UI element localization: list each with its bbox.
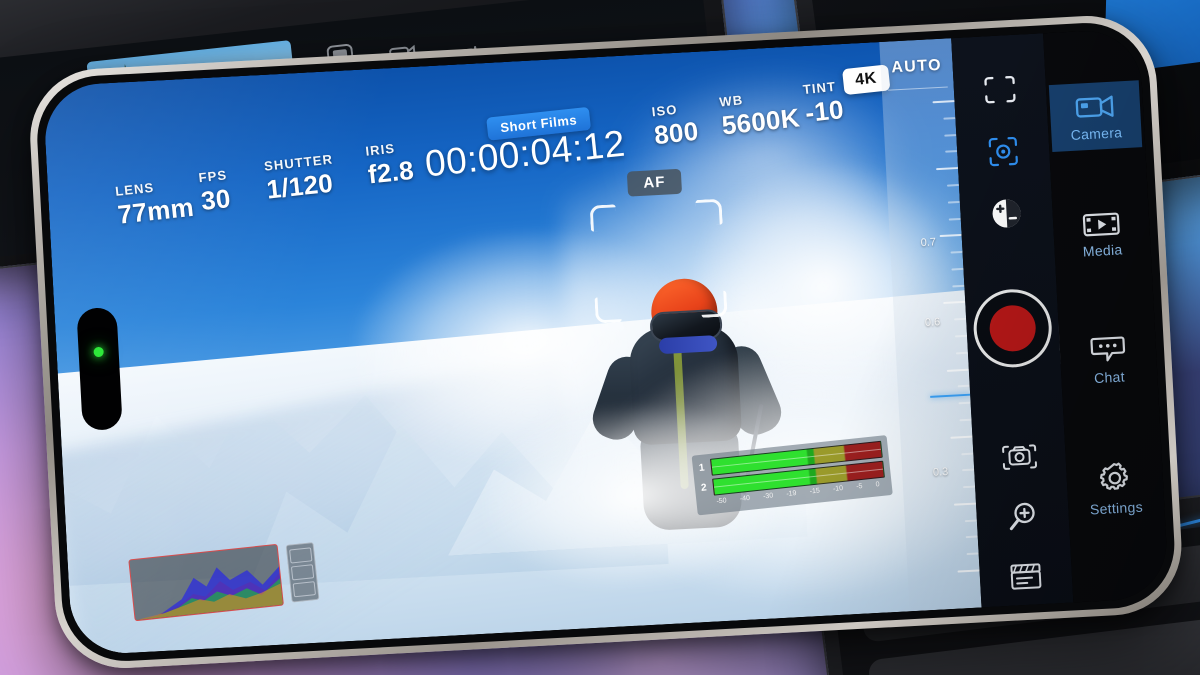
focus-current-marker	[930, 393, 971, 398]
focus-tick	[957, 385, 970, 388]
camera-in-use-indicator	[93, 346, 104, 358]
nav-item-camera[interactable]: Camera	[1048, 80, 1143, 152]
record-button[interactable]	[971, 287, 1054, 370]
focus-tick	[952, 284, 965, 288]
autofocus-box[interactable]: AF	[589, 168, 728, 324]
chat-bubble-icon	[1090, 336, 1126, 362]
af-corner	[700, 290, 728, 318]
focus-target-icon[interactable]	[974, 122, 1033, 181]
audio-scale-tick: -30	[762, 492, 774, 501]
autofocus-label: AF	[626, 168, 683, 197]
nav-item-chat[interactable]: Chat	[1062, 322, 1156, 396]
focus-tick	[954, 334, 968, 338]
focus-tick	[950, 435, 973, 439]
exposure-compensation-icon[interactable]	[977, 184, 1036, 243]
focus-divider	[887, 86, 948, 91]
focus-auto-label[interactable]: AUTO	[880, 56, 953, 78]
focus-tick	[944, 133, 957, 137]
focus-tick	[943, 301, 966, 305]
gear-icon	[1099, 462, 1128, 490]
focus-tick	[946, 183, 960, 187]
focus-tick-label: 0.6	[924, 316, 941, 329]
audio-scale-tick: -10	[832, 484, 844, 494]
focus-tick	[939, 234, 962, 238]
scope-segment[interactable]	[290, 564, 315, 581]
focus-tick	[950, 250, 963, 254]
video-camera-icon	[1075, 95, 1114, 118]
audio-scale-tick: -40	[739, 494, 751, 503]
focus-tick	[943, 116, 956, 120]
audio-scale-tick: -19	[786, 489, 797, 498]
focus-tick	[948, 217, 961, 221]
focus-tick	[947, 200, 960, 204]
audio-scale-tick: -5	[855, 482, 863, 491]
clapperboard-icon[interactable]	[996, 548, 1055, 607]
af-corner	[589, 204, 617, 232]
audio-channel-label: 2	[700, 482, 708, 494]
nav-label: Settings	[1089, 498, 1144, 518]
focus-tick	[964, 519, 977, 522]
focus-tick-label: 0.3	[932, 466, 949, 480]
focus-tick	[957, 569, 980, 573]
focus-tick	[958, 401, 971, 405]
af-corner	[695, 198, 723, 226]
audio-scale-tick: -15	[809, 487, 821, 496]
camera-scan-icon[interactable]	[990, 428, 1049, 487]
film-strip-icon	[1082, 212, 1120, 237]
scope-segment-control[interactable]	[285, 542, 320, 603]
nav-label: Media	[1082, 241, 1123, 260]
phone-frame: LENS 77mm FPS 30 SHUTTER 1/120 IRIS f2.8…	[26, 12, 1186, 672]
focus-tick	[965, 535, 978, 539]
audio-scale-tick: 0	[875, 481, 881, 489]
phone-bezel: LENS 77mm FPS 30 SHUTTER 1/120 IRIS f2.8…	[34, 19, 1178, 665]
focus-tick	[961, 452, 974, 455]
zoom-in-icon[interactable]	[993, 488, 1052, 547]
focus-tick	[954, 318, 967, 321]
nav-item-media[interactable]: Media	[1055, 199, 1148, 269]
phone-screen: LENS 77mm FPS 30 SHUTTER 1/120 IRIS f2.8…	[42, 28, 1170, 656]
audio-channel-label: 1	[698, 462, 706, 475]
focus-tick	[959, 418, 972, 422]
foreground-phone: LENS 77mm FPS 30 SHUTTER 1/120 IRIS f2.8…	[26, 12, 1186, 672]
focus-tick	[932, 100, 955, 104]
nav-label: Camera	[1070, 124, 1123, 143]
af-corner	[594, 296, 622, 324]
dynamic-island	[76, 306, 123, 431]
audio-scale-tick: -50	[716, 497, 728, 506]
nav-label: Chat	[1093, 368, 1126, 387]
focus-tick	[962, 468, 975, 472]
record-indicator	[988, 304, 1037, 353]
scope-segment[interactable]	[292, 581, 317, 598]
focus-tick	[951, 267, 964, 271]
focus-tick-label: 0.7	[920, 236, 937, 250]
screenshot-root: Audio Me Green Book 11 Members	[0, 0, 1200, 675]
focus-tick	[966, 552, 979, 556]
nav-item-settings[interactable]: Settings	[1068, 449, 1162, 527]
focus-tick	[955, 351, 968, 355]
focus-tick	[953, 502, 977, 506]
focus-tick	[946, 368, 969, 372]
focus-tick	[936, 167, 959, 171]
focus-tick	[963, 485, 976, 489]
scope-segment[interactable]	[289, 546, 313, 564]
focus-tick	[945, 150, 958, 154]
framing-guide-icon[interactable]	[971, 60, 1030, 119]
